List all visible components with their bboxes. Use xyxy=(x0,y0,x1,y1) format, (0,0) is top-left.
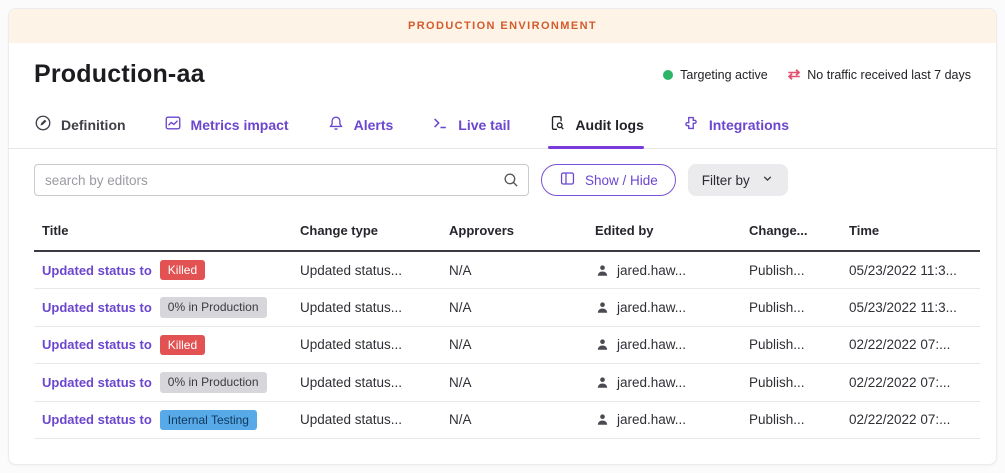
change-cell: Publish... xyxy=(741,364,841,401)
page-header: Production-aa Targeting active ⇄ No traf… xyxy=(9,43,996,99)
time-cell: 05/23/2022 11:3... xyxy=(841,289,980,326)
status-group: Targeting active ⇄ No traffic received l… xyxy=(663,67,971,82)
terminal-icon xyxy=(431,114,449,135)
search-input[interactable] xyxy=(34,164,529,196)
banner-label: PRODUCTION ENVIRONMENT xyxy=(408,20,597,32)
production-environment-banner: PRODUCTION ENVIRONMENT xyxy=(9,9,996,43)
person-icon xyxy=(595,375,610,390)
bell-icon xyxy=(327,114,345,135)
chevron-down-icon xyxy=(761,172,774,188)
time-cell: 02/22/2022 07:... xyxy=(841,401,980,438)
change-cell: Publish... xyxy=(741,326,841,363)
time-cell: 02/22/2022 07:... xyxy=(841,326,980,363)
tab-audit-logs[interactable]: Audit logs xyxy=(548,99,643,148)
search-wrap xyxy=(34,164,529,196)
tab-alerts[interactable]: Alerts xyxy=(327,99,394,148)
green-dot-icon xyxy=(663,70,673,80)
approvers-cell: N/A xyxy=(441,251,587,289)
status-badge: 0% in Production xyxy=(160,297,267,317)
edited-by-cell: jared.haw... xyxy=(617,300,686,315)
change-type-cell: Updated status... xyxy=(292,401,441,438)
table-controls: Show / Hide Filter by xyxy=(9,149,996,209)
column-header-approvers: Approvers xyxy=(441,211,587,251)
change-cell: Publish... xyxy=(741,289,841,326)
tab-live-tail[interactable]: Live tail xyxy=(431,99,510,148)
person-icon xyxy=(595,263,610,278)
change-type-cell: Updated status... xyxy=(292,326,441,363)
table-row[interactable]: Updated status to 0% in Production Updat… xyxy=(34,289,980,326)
targeting-status-label: Targeting active xyxy=(680,68,768,82)
audit-log-icon xyxy=(548,114,566,135)
puzzle-icon xyxy=(682,114,700,135)
row-title-link[interactable]: Updated status to xyxy=(42,375,152,390)
status-badge: Killed xyxy=(160,260,205,280)
table-row[interactable]: Updated status to Killed Updated status.… xyxy=(34,326,980,363)
edited-by-cell: jared.haw... xyxy=(617,263,686,278)
status-badge: 0% in Production xyxy=(160,372,267,392)
traffic-status-label: No traffic received last 7 days xyxy=(807,68,971,82)
audit-log-table-wrap: Title Change type Approvers Edited by Ch… xyxy=(9,209,996,439)
search-icon xyxy=(502,171,520,194)
change-cell: Publish... xyxy=(741,401,841,438)
person-icon xyxy=(595,300,610,315)
column-header-time: Time xyxy=(841,211,980,251)
tab-audit-logs-label: Audit logs xyxy=(575,117,643,133)
approvers-cell: N/A xyxy=(441,326,587,363)
approvers-cell: N/A xyxy=(441,364,587,401)
tab-alerts-label: Alerts xyxy=(354,117,394,133)
tab-live-tail-label: Live tail xyxy=(458,117,510,133)
metrics-icon xyxy=(164,114,182,135)
show-hide-button[interactable]: Show / Hide xyxy=(541,164,676,196)
row-title-link[interactable]: Updated status to xyxy=(42,300,152,315)
tab-definition-label: Definition xyxy=(61,117,126,133)
page-title: Production-aa xyxy=(34,60,205,89)
columns-icon xyxy=(559,170,576,190)
environment-card: PRODUCTION ENVIRONMENT Production-aa Tar… xyxy=(8,8,997,465)
change-type-cell: Updated status... xyxy=(292,289,441,326)
tab-metrics-impact-label: Metrics impact xyxy=(191,117,289,133)
table-row[interactable]: Updated status to Internal Testing Updat… xyxy=(34,401,980,438)
tab-integrations-label: Integrations xyxy=(709,117,789,133)
audit-log-table: Title Change type Approvers Edited by Ch… xyxy=(34,211,980,439)
filter-by-button[interactable]: Filter by xyxy=(688,164,788,196)
person-icon xyxy=(595,412,610,427)
row-title-link[interactable]: Updated status to xyxy=(42,263,152,278)
column-header-change: Change... xyxy=(741,211,841,251)
edited-by-cell: jared.haw... xyxy=(617,375,686,390)
column-header-title: Title xyxy=(34,211,292,251)
approvers-cell: N/A xyxy=(441,289,587,326)
approvers-cell: N/A xyxy=(441,401,587,438)
row-title-link[interactable]: Updated status to xyxy=(42,412,152,427)
traffic-status: ⇄ No traffic received last 7 days xyxy=(788,67,971,82)
tab-definition[interactable]: Definition xyxy=(34,99,126,148)
status-badge: Killed xyxy=(160,335,205,355)
tab-bar: Definition Metrics impact Alerts xyxy=(9,99,996,149)
table-row[interactable]: Updated status to 0% in Production Updat… xyxy=(34,364,980,401)
status-badge: Internal Testing xyxy=(160,410,257,430)
change-cell: Publish... xyxy=(741,251,841,289)
show-hide-label: Show / Hide xyxy=(585,173,658,188)
definition-icon xyxy=(34,114,52,135)
column-header-change-type: Change type xyxy=(292,211,441,251)
table-header-row: Title Change type Approvers Edited by Ch… xyxy=(34,211,980,251)
row-title-link[interactable]: Updated status to xyxy=(42,337,152,352)
tab-integrations[interactable]: Integrations xyxy=(682,99,789,148)
table-row[interactable]: Updated status to Killed Updated status.… xyxy=(34,251,980,289)
time-cell: 05/23/2022 11:3... xyxy=(841,251,980,289)
edited-by-cell: jared.haw... xyxy=(617,412,686,427)
targeting-status: Targeting active xyxy=(663,68,768,82)
column-header-edited-by: Edited by xyxy=(587,211,741,251)
change-type-cell: Updated status... xyxy=(292,251,441,289)
filter-by-label: Filter by xyxy=(702,173,750,188)
change-type-cell: Updated status... xyxy=(292,364,441,401)
time-cell: 02/22/2022 07:... xyxy=(841,364,980,401)
edited-by-cell: jared.haw... xyxy=(617,337,686,352)
person-icon xyxy=(595,337,610,352)
tab-metrics-impact[interactable]: Metrics impact xyxy=(164,99,289,148)
traffic-arrows-icon: ⇄ xyxy=(788,67,801,82)
